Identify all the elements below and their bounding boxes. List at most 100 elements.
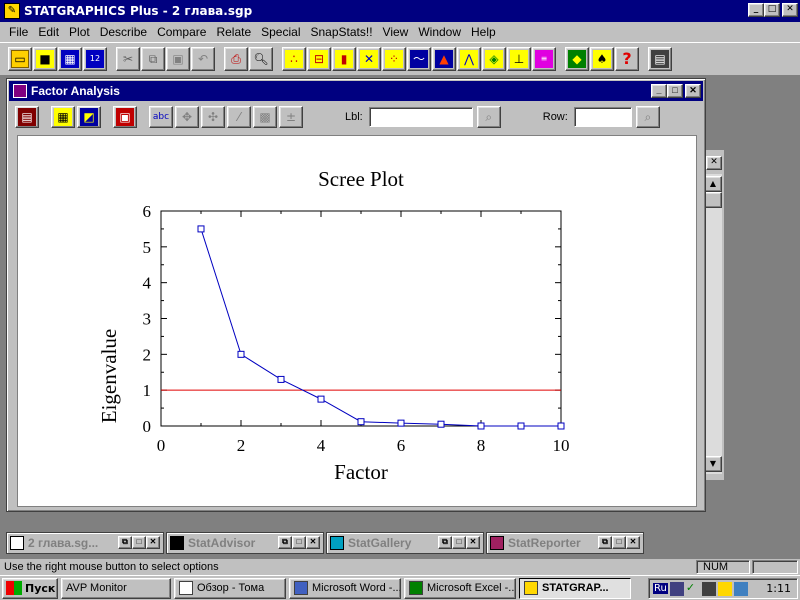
brush-icon[interactable]: ✣ [201, 106, 225, 128]
child-minimize-button[interactable]: _ [651, 84, 667, 98]
child-close-button[interactable]: ✕ [685, 84, 701, 98]
data-editor-icon[interactable]: 12 [83, 47, 107, 71]
minimized-window-statadvisor[interactable]: StatAdvisor ⧉ □ ✕ [166, 532, 324, 554]
line-plot-icon[interactable]: 〜 [407, 47, 431, 71]
close-icon[interactable]: ✕ [466, 536, 480, 549]
task-label: Обзор - Тома [197, 582, 265, 594]
help-icon[interactable]: ? [615, 47, 639, 71]
background-close-button[interactable]: ✕ [706, 156, 722, 170]
restore-icon[interactable]: ⧉ [438, 536, 452, 549]
paste-icon[interactable]: ▣ [166, 47, 190, 71]
task-statgraphics[interactable]: STATGRAP... [519, 577, 631, 599]
maximize-icon[interactable]: □ [292, 536, 306, 549]
statgallery-icon [330, 536, 344, 550]
restore-icon[interactable]: ⧉ [118, 536, 132, 549]
locate-icon[interactable]: ± [279, 106, 303, 128]
tabular-options-icon[interactable]: ▦ [51, 106, 75, 128]
num-indicator: NUM [703, 561, 729, 573]
menu-window[interactable]: Window [413, 25, 466, 39]
exclude-icon[interactable]: ▩ [253, 106, 277, 128]
task-excel[interactable]: Microsoft Excel -... [404, 577, 516, 599]
menu-relate[interactable]: Relate [211, 25, 256, 39]
plot-frame [160, 210, 562, 427]
menu-plot[interactable]: Plot [64, 25, 95, 39]
time-series-icon[interactable]: ⋀ [457, 47, 481, 71]
input-dialog-icon[interactable]: ▤ [15, 106, 39, 128]
maximize-icon[interactable]: □ [612, 536, 626, 549]
smooth-icon[interactable]: ⁄ [227, 106, 251, 128]
language-indicator[interactable]: Ru [653, 583, 668, 594]
undo-icon[interactable]: ↶ [191, 47, 215, 71]
minimized-window-statreporter[interactable]: StatReporter ⧉ □ ✕ [486, 532, 644, 554]
minimized-title: StatAdvisor [188, 536, 256, 550]
xy-plot-icon[interactable]: ✕ [357, 47, 381, 71]
save-results-icon[interactable]: ▣ [113, 106, 137, 128]
analysis-options-icon[interactable]: abc [149, 106, 173, 128]
task-explorer[interactable]: Обзор - Тома [174, 577, 286, 599]
tray-icon-monitor[interactable] [701, 581, 716, 596]
background-scrollbar[interactable] [704, 174, 722, 474]
jitter-icon[interactable]: ✥ [175, 106, 199, 128]
app-icon[interactable]: ✎ [4, 3, 20, 19]
menu-edit[interactable]: Edit [33, 25, 64, 39]
maximize-icon[interactable]: □ [132, 536, 146, 549]
print-preview-icon[interactable]: 🔍︎ [249, 47, 273, 71]
task-word[interactable]: Microsoft Word -... [289, 577, 401, 599]
save-icon[interactable]: ■ [33, 47, 57, 71]
tray-icon-check[interactable]: ✓ [685, 581, 700, 596]
menu-special[interactable]: Special [256, 25, 305, 39]
close-icon[interactable]: ✕ [146, 536, 160, 549]
report-icon[interactable]: ≡ [532, 47, 556, 71]
scatterplot-icon[interactable]: ∴ [282, 47, 306, 71]
scree-plot[interactable]: Scree Plot Factor Eigenvalue 0 2 4 6 8 10 0 1 2 3… [18, 136, 696, 506]
cut-icon[interactable]: ✂ [116, 47, 140, 71]
child-maximize-button[interactable]: □ [667, 84, 683, 98]
menu-help[interactable]: Help [466, 25, 501, 39]
maximize-button[interactable]: □ [764, 3, 780, 17]
tray-icon-pencil[interactable] [717, 581, 732, 596]
scroll-thumb[interactable] [704, 192, 722, 208]
wizard-icon[interactable]: ♠ [590, 47, 614, 71]
menu-describe[interactable]: Describe [95, 25, 152, 39]
open-icon[interactable]: ▭ [8, 47, 32, 71]
distribution-icon[interactable]: ▲ [432, 47, 456, 71]
menu-file[interactable]: File [4, 25, 33, 39]
tree-icon[interactable]: ⊥ [507, 47, 531, 71]
menu-view[interactable]: View [378, 25, 414, 39]
child-title-bar: Factor Analysis _ □ ✕ [9, 81, 703, 101]
restore-icon[interactable]: ⧉ [598, 536, 612, 549]
task-avp-monitor[interactable]: AVP Monitor [61, 577, 171, 599]
find-label-icon[interactable]: ⌕ [476, 106, 501, 128]
find-row-icon[interactable]: ⌕ [635, 106, 660, 128]
calculator-icon[interactable]: ▤ [648, 47, 672, 71]
tray-icon-disk[interactable] [669, 581, 684, 596]
advisor-icon[interactable]: ◆ [565, 47, 589, 71]
3d-plot-icon[interactable]: ◈ [482, 47, 506, 71]
matrix-plot-icon[interactable]: ⁘ [382, 47, 406, 71]
graphical-options-icon[interactable]: ◩ [77, 106, 101, 128]
start-label: Пуск [25, 581, 56, 595]
minimized-window-sgp[interactable]: 2 глава.sg... ⧉ □ ✕ [6, 532, 164, 554]
minimized-window-statgallery[interactable]: StatGallery ⧉ □ ✕ [326, 532, 484, 554]
start-button[interactable]: Пуск [2, 577, 58, 599]
plot-pane[interactable]: Scree Plot Factor Eigenvalue 0 2 4 6 8 10 0 1 2 3… [17, 135, 697, 507]
histogram-icon[interactable]: ▮ [332, 47, 356, 71]
close-icon[interactable]: ✕ [626, 536, 640, 549]
scroll-up-arrow-icon[interactable]: ▲ [704, 176, 722, 192]
menu-compare[interactable]: Compare [152, 25, 211, 39]
boxplot-icon[interactable]: ⊟ [307, 47, 331, 71]
minimize-button[interactable]: _ [748, 3, 764, 17]
datasheet-icon[interactable]: ▦ [58, 47, 82, 71]
maximize-icon[interactable]: □ [452, 536, 466, 549]
close-button[interactable]: ✕ [782, 3, 798, 17]
copy-icon[interactable]: ⧉ [141, 47, 165, 71]
tray-icon-paw[interactable] [733, 581, 748, 596]
print-icon[interactable]: ⎙ [224, 47, 248, 71]
restore-icon[interactable]: ⧉ [278, 536, 292, 549]
menu-snapstats[interactable]: SnapStats!! [305, 25, 377, 39]
scroll-down-arrow-icon[interactable]: ▼ [704, 456, 722, 472]
child-window-icon[interactable] [13, 84, 27, 98]
lbl-input[interactable] [368, 107, 473, 127]
close-icon[interactable]: ✕ [306, 536, 320, 549]
row-input[interactable] [573, 107, 632, 127]
